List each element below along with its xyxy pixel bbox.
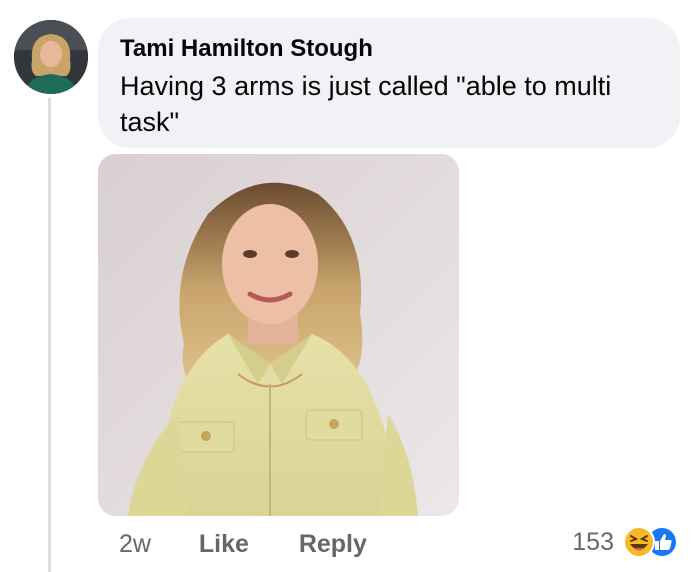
reaction-count: 153 (572, 527, 614, 556)
reaction-icons (622, 525, 680, 559)
comment-bubble: Tami Hamilton Stough Having 3 arms is ju… (98, 18, 680, 148)
thread-line (48, 98, 51, 572)
comment-timestamp[interactable]: 2w (119, 530, 151, 558)
portrait-image (98, 154, 459, 516)
avatar[interactable] (14, 20, 88, 94)
reaction-summary[interactable]: 153 (572, 524, 680, 560)
like-button[interactable]: Like (199, 530, 249, 558)
avatar-photo (14, 20, 88, 94)
haha-icon (623, 526, 655, 558)
comment-photo[interactable] (98, 154, 459, 516)
comment-author[interactable]: Tami Hamilton Stough (120, 34, 656, 64)
comment-actions: 2w Like Reply (119, 529, 367, 559)
comment-text: Having 3 arms is just called "able to mu… (120, 71, 612, 137)
reply-button[interactable]: Reply (299, 530, 367, 558)
